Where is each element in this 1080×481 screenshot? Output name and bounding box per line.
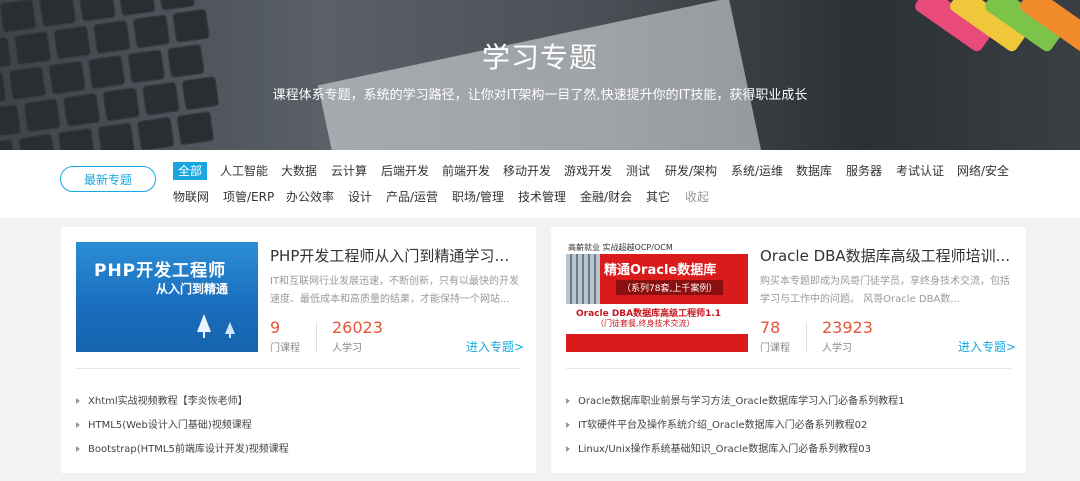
bullet-arrow-icon	[566, 422, 570, 428]
category-row1-9[interactable]: 研发/架构	[665, 162, 717, 180]
keyboard-key	[57, 127, 96, 150]
category-row1-14[interactable]: 网络/安全	[957, 162, 1009, 180]
category-row2-2[interactable]: 办公效率	[286, 188, 334, 206]
keyboard-key	[23, 98, 61, 133]
learners-label: 人学习	[332, 343, 362, 354]
bullet-arrow-icon	[76, 446, 80, 452]
course-item[interactable]: HTML5(Web设计入门基础)视频课程	[76, 416, 252, 431]
keyboard-key	[0, 138, 17, 150]
courses-label: 门课程	[760, 343, 790, 354]
thumbnail-badge: （系列78套,上千案例）	[616, 280, 724, 295]
category-row1-8[interactable]: 测试	[626, 162, 650, 180]
newest-topics-button[interactable]: 最新专题	[60, 166, 156, 192]
category-row1-7[interactable]: 游戏开发	[564, 162, 612, 180]
topic-card: PHP开发工程师 从入门到精通 PHP开发工程师从入门到精通学习系... IT和…	[61, 227, 536, 473]
course-item[interactable]: Linux/Unix操作系统基础知识_Oracle数据库入门必备系列教程03	[566, 440, 871, 455]
bullet-arrow-icon	[76, 422, 80, 428]
stat-divider	[806, 323, 807, 351]
bullet-arrow-icon	[76, 398, 80, 404]
stat-divider	[316, 323, 317, 351]
thumbnail-tagline: 高薪就业 实战超越OCP/OCM	[566, 242, 748, 254]
page-subtitle: 课程体系专题，系统的学习路径，让你对IT架构一目了然,快速提升你的IT技能，获得…	[272, 88, 808, 103]
category-row1-12[interactable]: 服务器	[846, 162, 882, 180]
course-item[interactable]: IT软硬件平台及操作系统介绍_Oracle数据库入门必备系列教程02	[566, 416, 867, 431]
learners-count: 26023	[332, 318, 383, 337]
keyboard-key	[38, 0, 77, 28]
topic-description: 购买本专题即成为风哥门徒学员，享终身技术交流，包括学习与工作中的问题。 风哥Or…	[760, 276, 1010, 305]
tree-icon	[197, 314, 235, 338]
category-row2-6[interactable]: 技术管理	[518, 188, 566, 206]
learners-label: 人学习	[822, 343, 852, 354]
category-row2-5[interactable]: 职场/管理	[452, 188, 504, 206]
keyboard-key	[136, 116, 175, 150]
thumbnail-title: PHP开发工程师	[94, 261, 227, 281]
keyboard-key	[17, 133, 56, 150]
building-graphic	[566, 254, 600, 304]
enter-topic-link[interactable]: 进入专题>	[958, 338, 1016, 355]
category-row2-7[interactable]: 金融/财会	[580, 188, 632, 206]
topic-thumbnail[interactable]: PHP开发工程师 从入门到精通	[76, 242, 258, 352]
category-row1-6[interactable]: 移动开发	[503, 162, 551, 180]
keyboard-key	[157, 0, 196, 11]
divider	[566, 368, 1011, 369]
courses-count: 78	[760, 318, 781, 337]
topic-description: IT和互联网行业发展迅速，不断创新，只有以最快的开发速度、最低成本和高质量的结果…	[270, 276, 520, 305]
topic-card: 高薪就业 实战超越OCP/OCM 精通Oracle数据库 （系列78套,上千案例…	[551, 227, 1026, 473]
keyboard-key	[97, 122, 136, 150]
category-row1-1[interactable]: 人工智能	[220, 162, 268, 180]
category-row1-11[interactable]: 数据库	[796, 162, 832, 180]
keyboard-key	[0, 0, 37, 34]
category-filter: 最新专题 全部 人工智能 大数据 云计算 后端开发 前端开发 移动开发 游戏开发 测试 研发/架构…	[0, 150, 1080, 218]
topic-title[interactable]: PHP开发工程师从入门到精通学习系...	[270, 245, 520, 266]
courses-label: 门课程	[270, 343, 300, 354]
course-item[interactable]: Oracle数据库职业前景与学习方法_Oracle数据库学习入门必备系列教程1	[566, 392, 904, 407]
category-row1-3[interactable]: 云计算	[331, 162, 367, 180]
category-row2-4[interactable]: 产品/运营	[386, 188, 438, 206]
page-title: 学习专题	[481, 41, 598, 74]
thumbnail-course-note: （门徒套餐,终身技术交流）	[596, 319, 695, 328]
category-row1-13[interactable]: 考试认证	[896, 162, 944, 180]
thumbnail-subtitle: 从入门到精通	[156, 282, 229, 296]
category-row2-9[interactable]: 收起	[685, 188, 709, 206]
keyboard-key	[78, 0, 117, 22]
keyboard-key	[0, 103, 22, 139]
bullet-arrow-icon	[566, 398, 570, 404]
keyboard-key	[176, 111, 215, 146]
category-row2-1[interactable]: 项管/ERP	[223, 188, 274, 206]
category-row2-8[interactable]: 其它	[646, 188, 670, 206]
bullet-arrow-icon	[566, 446, 570, 452]
keyboard-key	[117, 0, 156, 17]
thumbnail-title: 精通Oracle数据库	[604, 263, 717, 278]
category-row1-10[interactable]: 系统/运维	[731, 162, 783, 180]
course-item[interactable]: Xhtml实战视频教程【李炎恢老师】	[76, 392, 248, 407]
learners-count: 23923	[822, 318, 873, 337]
category-row2-0[interactable]: 物联网	[173, 188, 209, 206]
topic-title[interactable]: Oracle DBA数据库高级工程师培训...	[760, 245, 1010, 266]
divider	[76, 368, 521, 369]
category-row1-5[interactable]: 前端开发	[442, 162, 490, 180]
topic-thumbnail[interactable]: 高薪就业 实战超越OCP/OCM 精通Oracle数据库 （系列78套,上千案例…	[566, 242, 748, 352]
course-item[interactable]: Bootstrap(HTML5前端库设计开发)视频课程	[76, 440, 289, 455]
category-row2-3[interactable]: 设计	[348, 188, 372, 206]
category-row1-2[interactable]: 大数据	[281, 162, 317, 180]
category-row1-4[interactable]: 后端开发	[381, 162, 429, 180]
courses-count: 9	[270, 318, 281, 337]
hero-banner: 学习专题 课程体系专题，系统的学习路径，让你对IT架构一目了然,快速提升你的IT…	[0, 0, 1080, 150]
enter-topic-link[interactable]: 进入专题>	[466, 338, 524, 355]
category-row1-0[interactable]: 全部	[173, 162, 208, 180]
